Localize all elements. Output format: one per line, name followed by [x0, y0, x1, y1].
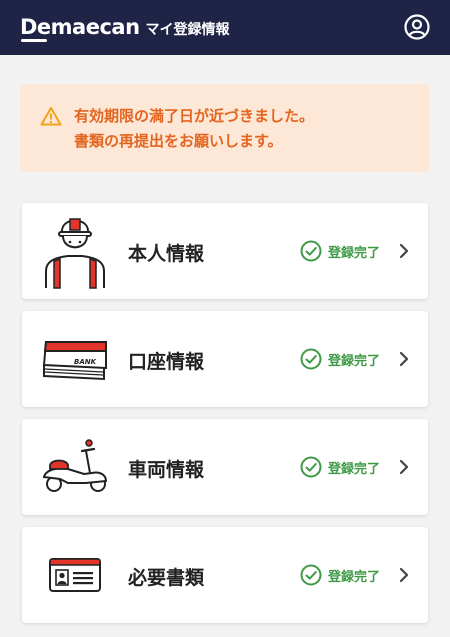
svg-text:BANK: BANK: [74, 358, 97, 366]
id-card-icon: [49, 558, 101, 592]
status-text: 登録完了: [328, 461, 381, 477]
warning-triangle-icon: [40, 107, 62, 126]
chevron-right-icon[interactable]: [398, 459, 410, 475]
card-label: 必要書類: [128, 567, 205, 589]
bank-account-card[interactable]: BANK 口座情報 登録完了: [22, 311, 428, 407]
card-label: 車両情報: [128, 459, 205, 481]
personal-info-card[interactable]: 本人情報 登録完了: [22, 203, 428, 299]
check-circle-icon: [300, 240, 322, 262]
logo-text: Demaecan: [20, 15, 140, 39]
app-header: Demaecan マイ登録情報: [0, 0, 450, 55]
scooter-icon: [42, 439, 108, 492]
courier-person-icon: [45, 218, 105, 289]
chevron-right-icon[interactable]: [398, 351, 410, 367]
required-documents-card[interactable]: 必要書類 登録完了: [22, 527, 428, 623]
status-badge: 登録完了: [300, 348, 380, 370]
status-badge: 登録完了: [300, 564, 380, 586]
status-text: 登録完了: [328, 245, 381, 261]
notice-line-1: 有効期限の満了日が近づきました。: [74, 107, 315, 125]
bank-book-icon: BANK: [42, 341, 107, 381]
check-circle-icon: [300, 564, 322, 586]
status-badge: 登録完了: [300, 456, 380, 478]
expiry-notice: 有効期限の満了日が近づきました。 書類の再提出をお願いします。: [20, 84, 430, 172]
logo-underline: [21, 39, 47, 42]
card-label: 口座情報: [128, 351, 205, 373]
chevron-right-icon[interactable]: [398, 243, 410, 259]
status-badge: 登録完了: [300, 240, 380, 262]
check-circle-icon: [300, 456, 322, 478]
chevron-right-icon[interactable]: [398, 567, 410, 583]
card-label: 本人情報: [128, 243, 205, 265]
status-text: 登録完了: [328, 353, 381, 369]
demaecan-logo[interactable]: Demaecan: [20, 15, 140, 42]
user-circle-icon[interactable]: [404, 14, 430, 40]
page-title: マイ登録情報: [145, 21, 230, 38]
notice-line-2: 書類の再提出をお願いします。: [74, 132, 283, 150]
notice-text: 有効期限の満了日が近づきました。 書類の再提出をお願いします。: [74, 104, 314, 154]
check-circle-icon: [300, 348, 322, 370]
status-text: 登録完了: [328, 569, 381, 585]
vehicle-info-card[interactable]: 車両情報 登録完了: [22, 419, 428, 515]
